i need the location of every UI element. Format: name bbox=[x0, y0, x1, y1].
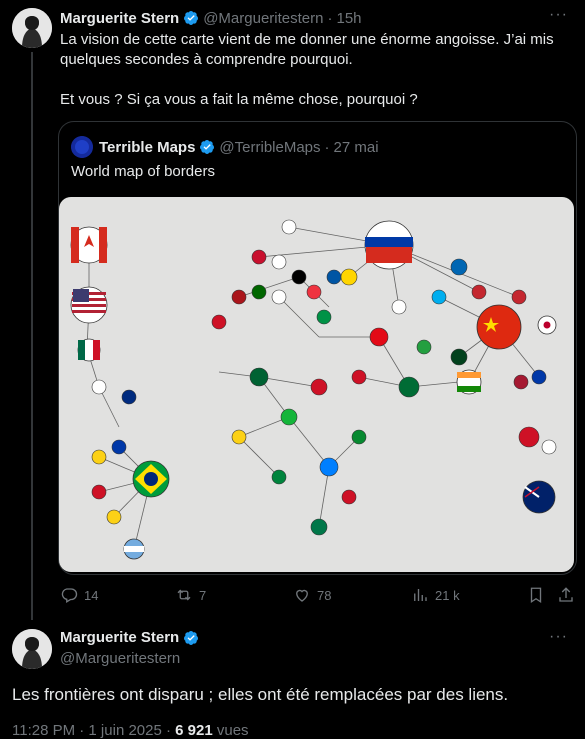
views-count: 21 k bbox=[435, 587, 460, 603]
quoted-tweet-date: 27 mai bbox=[333, 138, 379, 156]
verified-icon bbox=[184, 630, 199, 645]
quoted-author-handle: @TerribleMaps bbox=[219, 138, 321, 156]
tweet-text-line: Et vous ? Si ça vous a fait la même chos… bbox=[60, 91, 418, 108]
tweet-timestamp[interactable]: 11:28 PM · 1 juin 2025 · bbox=[12, 722, 171, 739]
verified-icon bbox=[200, 140, 215, 154]
flag-india bbox=[456, 369, 482, 395]
avatar[interactable] bbox=[12, 629, 52, 669]
tweet-text: Les frontières ont disparu ; elles ont é… bbox=[12, 685, 509, 704]
views-icon bbox=[414, 589, 427, 601]
tweet-text: La vision de cette carte vient de me don… bbox=[60, 30, 575, 110]
verified-icon bbox=[184, 11, 199, 25]
reply-count: 14 bbox=[84, 587, 99, 603]
repost-button[interactable]: 7 bbox=[175, 586, 206, 604]
quoted-avatar bbox=[71, 136, 93, 158]
quoted-tweet-text: World map of borders bbox=[71, 163, 215, 180]
flag-usa bbox=[70, 286, 108, 324]
flag-canada bbox=[70, 226, 108, 264]
avatar[interactable] bbox=[12, 8, 52, 48]
map-image[interactable] bbox=[59, 197, 574, 572]
views-button[interactable]: 21 k bbox=[411, 586, 460, 604]
flag-brazil bbox=[132, 460, 170, 498]
tweet-text-line: La vision de cette carte vient de me don… bbox=[60, 31, 554, 48]
repost-count: 7 bbox=[199, 587, 207, 603]
share-icon bbox=[559, 587, 573, 602]
bookmark-icon bbox=[530, 587, 542, 604]
author-handle[interactable]: @Margueritestern bbox=[203, 10, 323, 27]
more-options-button[interactable]: ··· bbox=[549, 628, 568, 646]
tweet-header: Marguerite Stern bbox=[60, 629, 199, 646]
view-label: vues bbox=[216, 722, 249, 739]
flag-russia bbox=[364, 220, 414, 270]
share-button[interactable] bbox=[557, 586, 575, 604]
separator-dot: · bbox=[324, 138, 330, 156]
flag-australia bbox=[522, 480, 556, 514]
like-count: 78 bbox=[317, 587, 332, 603]
reply-icon bbox=[61, 588, 78, 603]
bookmark-button[interactable] bbox=[527, 586, 545, 604]
like-icon bbox=[296, 589, 308, 602]
separator-dot: · bbox=[327, 9, 333, 27]
tweet-text-line: quelques secondes à comprendre pourquoi. bbox=[60, 51, 353, 68]
repost-icon bbox=[177, 589, 191, 601]
author-handle[interactable]: @Margueritestern bbox=[60, 650, 180, 667]
flag-japan bbox=[537, 315, 557, 335]
thread-line bbox=[31, 52, 33, 620]
flag-china bbox=[476, 304, 522, 350]
quoted-tweet-header: Terrible Maps @TerribleMaps · 27 mai bbox=[71, 136, 379, 158]
author-name[interactable]: Marguerite Stern bbox=[60, 10, 179, 27]
reply-button[interactable]: 14 bbox=[60, 586, 98, 604]
tweet-footer: 11:28 PM · 1 juin 2025 · 6 921 vues bbox=[12, 722, 249, 739]
flag-argentina bbox=[123, 538, 145, 560]
like-button[interactable]: 78 bbox=[293, 586, 331, 604]
flag-mexico bbox=[77, 338, 101, 362]
map-drawing bbox=[59, 197, 574, 572]
author-name[interactable]: Marguerite Stern bbox=[60, 629, 179, 646]
tweet-header: Marguerite Stern @Margueritestern · 15h bbox=[60, 8, 362, 28]
tweet-time[interactable]: 15h bbox=[336, 10, 361, 27]
more-options-button[interactable]: ··· bbox=[549, 6, 568, 24]
quoted-author-name: Terrible Maps bbox=[99, 138, 196, 156]
view-count: 6 921 bbox=[175, 722, 213, 739]
